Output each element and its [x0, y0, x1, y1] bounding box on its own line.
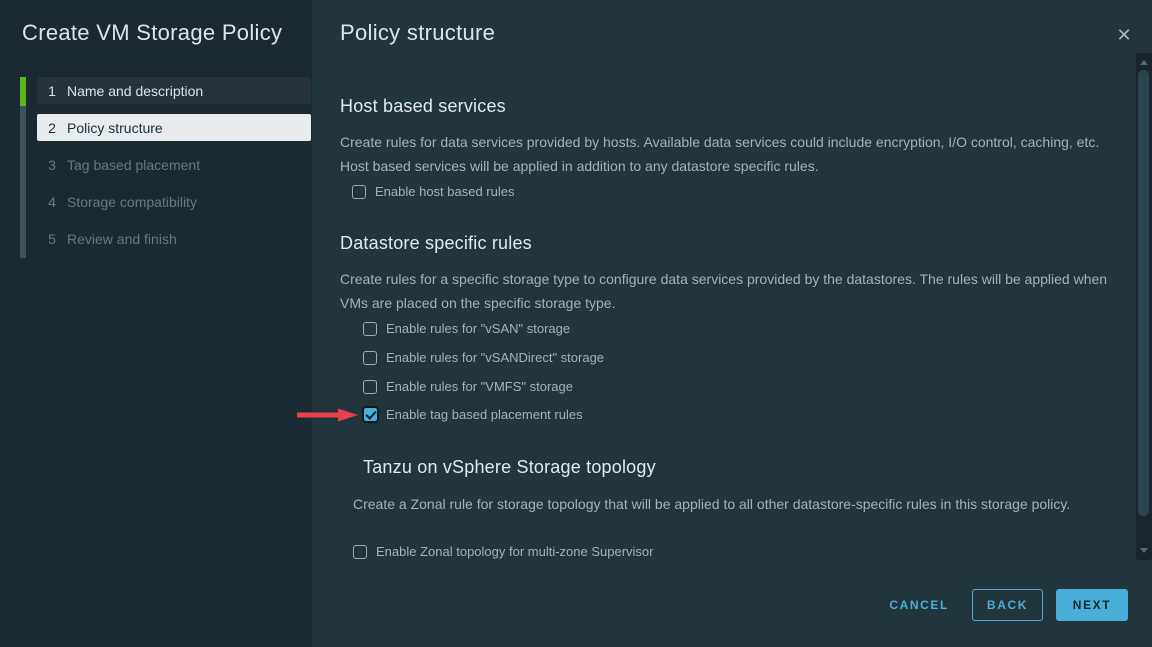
checkbox-enable-host-based-rules[interactable]: Enable host based rules — [352, 183, 514, 200]
red-arrow-annotation-icon — [297, 406, 359, 424]
checkbox-enable-tag-based-placement-rules[interactable]: Enable tag based placement rules — [363, 406, 583, 423]
step-number: 4 — [37, 194, 67, 210]
checkbox-label: Enable rules for "vSAN" storage — [386, 321, 570, 336]
close-icon[interactable]: ✕ — [1112, 24, 1136, 48]
step-number: 3 — [37, 157, 67, 173]
create-vm-storage-policy-dialog: Create VM Storage Policy 1 Name and desc… — [0, 0, 1152, 647]
scroll-up-icon[interactable] — [1140, 60, 1148, 65]
wizard-footer: CANCEL BACK NEXT — [887, 589, 1128, 621]
checkbox-box-icon[interactable] — [353, 545, 367, 559]
sidebar-step-policy-structure[interactable]: 2 Policy structure — [37, 114, 311, 141]
sidebar-step-name-and-description[interactable]: 1 Name and description — [37, 77, 311, 104]
step-number: 2 — [37, 120, 67, 136]
wizard-sidebar: Create VM Storage Policy 1 Name and desc… — [0, 0, 312, 647]
sidebar-step-review-and-finish[interactable]: 5 Review and finish — [37, 225, 311, 252]
step-label: Name and description — [67, 83, 203, 99]
checkbox-label: Enable rules for "VMFS" storage — [386, 379, 573, 394]
datastore-specific-rules-description: Create rules for a specific storage type… — [340, 267, 1120, 315]
step-number: 5 — [37, 231, 67, 247]
section-heading-host-based-services: Host based services — [340, 96, 506, 117]
checkbox-label: Enable host based rules — [375, 184, 514, 199]
scroll-down-icon[interactable] — [1140, 548, 1148, 553]
page-title: Policy structure — [340, 20, 495, 46]
sidebar-step-tag-based-placement[interactable]: 3 Tag based placement — [37, 151, 311, 178]
checkbox-box-icon[interactable] — [352, 185, 366, 199]
step-label: Policy structure — [67, 120, 163, 136]
step-label: Tag based placement — [67, 157, 200, 173]
next-button[interactable]: NEXT — [1056, 589, 1128, 621]
checkbox-box-icon[interactable] — [363, 351, 377, 365]
back-button[interactable]: BACK — [972, 589, 1043, 621]
step-label: Review and finish — [67, 231, 177, 247]
checkbox-enable-zonal-topology[interactable]: Enable Zonal topology for multi-zone Sup… — [353, 543, 653, 560]
scrollbar-thumb[interactable] — [1138, 70, 1149, 516]
host-based-services-description: Create rules for data services provided … — [340, 130, 1120, 178]
step-number: 1 — [37, 83, 67, 99]
checkbox-label: Enable Zonal topology for multi-zone Sup… — [376, 544, 653, 559]
wizard-step-list: 1 Name and description 2 Policy structur… — [20, 77, 312, 262]
vertical-scrollbar[interactable] — [1136, 53, 1152, 560]
checkbox-enable-rules-vsan-storage[interactable]: Enable rules for "vSAN" storage — [363, 320, 570, 337]
checkbox-enable-rules-vsandirect-storage[interactable]: Enable rules for "vSANDirect" storage — [363, 349, 604, 366]
section-heading-tanzu-storage-topology: Tanzu on vSphere Storage topology — [363, 457, 656, 478]
checkbox-enable-rules-vmfs-storage[interactable]: Enable rules for "VMFS" storage — [363, 378, 573, 395]
policy-structure-panel: Policy structure ✕ Host based services C… — [312, 0, 1152, 647]
checkbox-box-icon[interactable] — [363, 380, 377, 394]
step-progress-completed-bar — [20, 77, 26, 106]
checkbox-checked-icon[interactable] — [362, 406, 379, 423]
checkbox-label: Enable tag based placement rules — [386, 407, 583, 422]
checkbox-label: Enable rules for "vSANDirect" storage — [386, 350, 604, 365]
dialog-title: Create VM Storage Policy — [22, 20, 282, 46]
tanzu-storage-topology-description: Create a Zonal rule for storage topology… — [353, 492, 1128, 516]
step-progress-track — [20, 77, 26, 258]
checkbox-box-icon[interactable] — [363, 322, 377, 336]
section-heading-datastore-specific-rules: Datastore specific rules — [340, 233, 532, 254]
sidebar-step-storage-compatibility[interactable]: 4 Storage compatibility — [37, 188, 311, 215]
step-label: Storage compatibility — [67, 194, 197, 210]
cancel-button[interactable]: CANCEL — [887, 598, 951, 612]
